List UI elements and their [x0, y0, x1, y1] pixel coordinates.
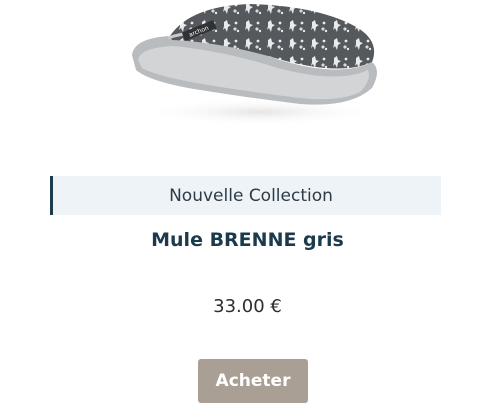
buy-button[interactable]: Acheter	[198, 359, 308, 403]
product-image[interactable]: archon	[110, 0, 390, 135]
product-price: 33.00 €	[213, 296, 282, 317]
collection-label: Nouvelle Collection	[169, 185, 333, 206]
product-card: archon Nouvelle Collection Mule BRENNE g…	[0, 0, 495, 410]
product-title[interactable]: Mule BRENNE gris	[0, 229, 495, 251]
collection-banner: Nouvelle Collection	[50, 176, 441, 215]
